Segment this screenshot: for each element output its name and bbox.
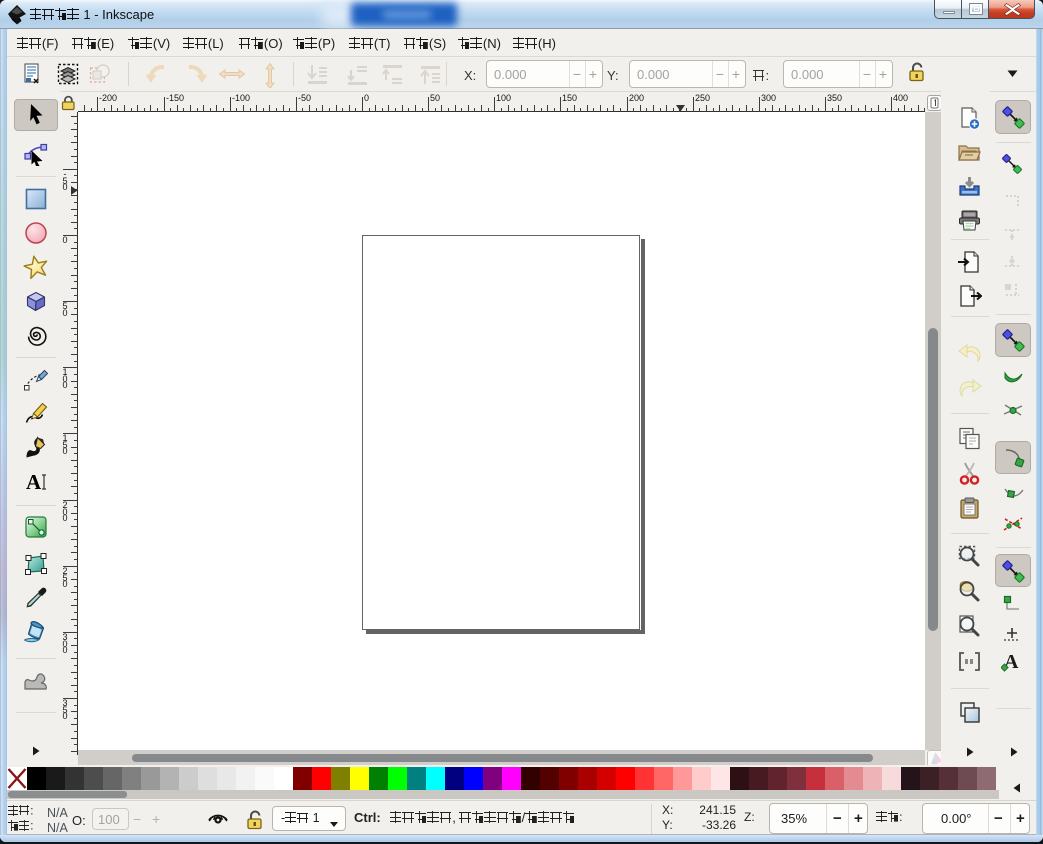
svg-text:A: A [26, 470, 42, 494]
